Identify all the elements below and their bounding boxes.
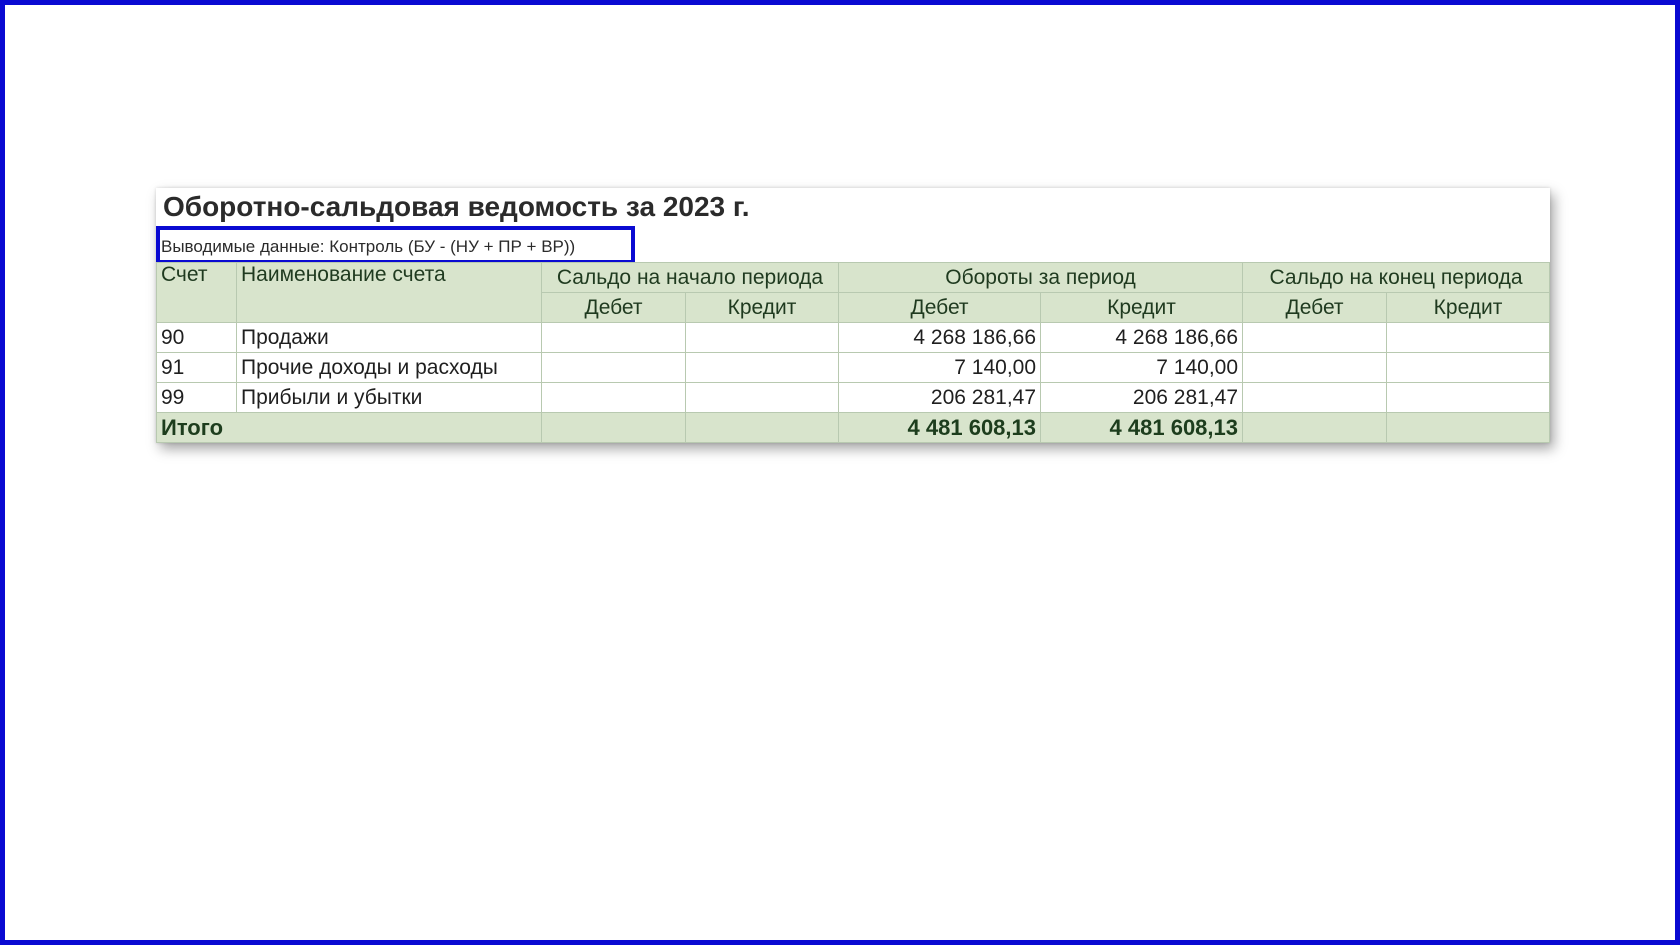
cell-turnover-debit[interactable]: 206 281,47 xyxy=(838,382,1042,413)
cell-account[interactable]: 91 xyxy=(156,352,237,383)
total-opening-credit[interactable] xyxy=(684,412,840,443)
cell-account[interactable]: 90 xyxy=(156,322,237,353)
table-total-row[interactable]: Итого 4 481 608,13 4 481 608,13 xyxy=(156,412,1551,443)
cell-account[interactable]: 99 xyxy=(156,382,237,413)
total-label[interactable]: Итого xyxy=(156,412,542,443)
header-closing-balance[interactable]: Сальдо на конец периода xyxy=(1242,262,1551,293)
total-turnover-credit[interactable]: 4 481 608,13 xyxy=(1040,412,1244,443)
header-opening-credit[interactable]: Кредит xyxy=(684,292,840,323)
cell-turnover-credit[interactable]: 4 268 186,66 xyxy=(1040,322,1244,353)
cell-turnover-debit[interactable]: 7 140,00 xyxy=(838,352,1042,383)
cell-opening-credit[interactable] xyxy=(684,322,840,353)
cell-closing-credit[interactable] xyxy=(1386,382,1551,413)
cell-opening-credit[interactable] xyxy=(684,382,840,413)
cell-closing-credit[interactable] xyxy=(1386,352,1551,383)
cell-turnover-credit[interactable]: 206 281,47 xyxy=(1040,382,1244,413)
cell-opening-debit[interactable] xyxy=(541,382,686,413)
subtitle-highlight-box xyxy=(156,226,635,264)
total-closing-credit[interactable] xyxy=(1386,412,1551,443)
report-panel: Оборотно-сальдовая ведомость за 2023 г. … xyxy=(156,188,1551,443)
cell-closing-credit[interactable] xyxy=(1386,322,1551,353)
cell-closing-debit[interactable] xyxy=(1242,322,1388,353)
cell-opening-debit[interactable] xyxy=(541,322,686,353)
header-turnover-credit[interactable]: Кредит xyxy=(1040,292,1244,323)
cell-account-name[interactable]: Прочие доходы и расходы xyxy=(236,352,542,383)
total-turnover-debit[interactable]: 4 481 608,13 xyxy=(838,412,1042,443)
cell-turnover-credit[interactable]: 7 140,00 xyxy=(1040,352,1244,383)
header-account[interactable]: Счет xyxy=(156,262,237,323)
header-turnover-debit[interactable]: Дебет xyxy=(838,292,1042,323)
table-row[interactable]: 91 Прочие доходы и расходы 7 140,00 7 14… xyxy=(156,352,1551,383)
cell-account-name[interactable]: Продажи xyxy=(236,322,542,353)
turnover-balance-table: Счет Наименование счета Сальдо на начало… xyxy=(156,262,1551,443)
header-account-name[interactable]: Наименование счета xyxy=(236,262,542,323)
table-row[interactable]: 99 Прибыли и убытки 206 281,47 206 281,4… xyxy=(156,382,1551,413)
header-opening-debit[interactable]: Дебет xyxy=(541,292,686,323)
header-opening-balance[interactable]: Сальдо на начало периода xyxy=(540,262,840,293)
header-turnover[interactable]: Обороты за период xyxy=(838,262,1244,293)
total-opening-debit[interactable] xyxy=(541,412,686,443)
table-header-row-1: Счет Наименование счета Сальдо на начало… xyxy=(156,262,1551,323)
report-title: Оборотно-сальдовая ведомость за 2023 г. xyxy=(163,191,750,222)
header-closing-credit[interactable]: Кредит xyxy=(1386,292,1551,323)
slide-frame xyxy=(0,0,1680,945)
cell-closing-debit[interactable] xyxy=(1242,382,1388,413)
cell-opening-debit[interactable] xyxy=(541,352,686,383)
cell-closing-debit[interactable] xyxy=(1242,352,1388,383)
table-row[interactable]: 90 Продажи 4 268 186,66 4 268 186,66 xyxy=(156,322,1551,353)
cell-opening-credit[interactable] xyxy=(684,352,840,383)
cell-account-name[interactable]: Прибыли и убытки xyxy=(236,382,542,413)
total-closing-debit[interactable] xyxy=(1242,412,1388,443)
cell-turnover-debit[interactable]: 4 268 186,66 xyxy=(838,322,1042,353)
header-closing-debit[interactable]: Дебет xyxy=(1242,292,1388,323)
